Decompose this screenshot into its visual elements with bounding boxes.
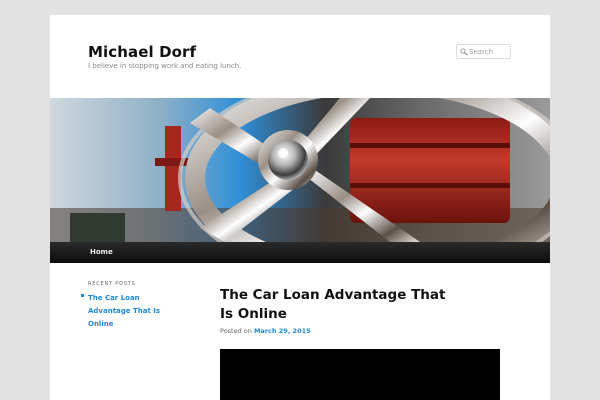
main-navigation: Home [50, 242, 550, 263]
site-title[interactable]: Michael Dorf [88, 43, 196, 61]
search-box[interactable] [456, 44, 511, 59]
post-meta: Posted on March 29, 2015 [220, 327, 311, 335]
header-image [50, 98, 550, 242]
page-container: Michael Dorf I believe in stopping work … [50, 15, 550, 400]
search-icon [460, 48, 468, 56]
recent-posts-heading: RECENT POSTS [88, 281, 136, 287]
post-title[interactable]: The Car Loan Advantage That Is Online [220, 286, 460, 324]
search-input[interactable] [469, 46, 509, 57]
recent-post-link[interactable]: The Car Loan Advantage That Is Online [88, 294, 160, 328]
list-item: The Car Loan Advantage That Is Online [79, 290, 178, 329]
post-date-link[interactable]: March 29, 2015 [254, 327, 311, 335]
site-description: I believe in stopping work and eating lu… [88, 62, 242, 70]
video-embed[interactable] [220, 349, 500, 400]
nav-item-home[interactable]: Home [90, 248, 113, 256]
recent-posts-list: The Car Loan Advantage That Is Online [79, 290, 178, 329]
bullet-icon [81, 294, 84, 297]
posted-on-label: Posted on [220, 327, 252, 335]
